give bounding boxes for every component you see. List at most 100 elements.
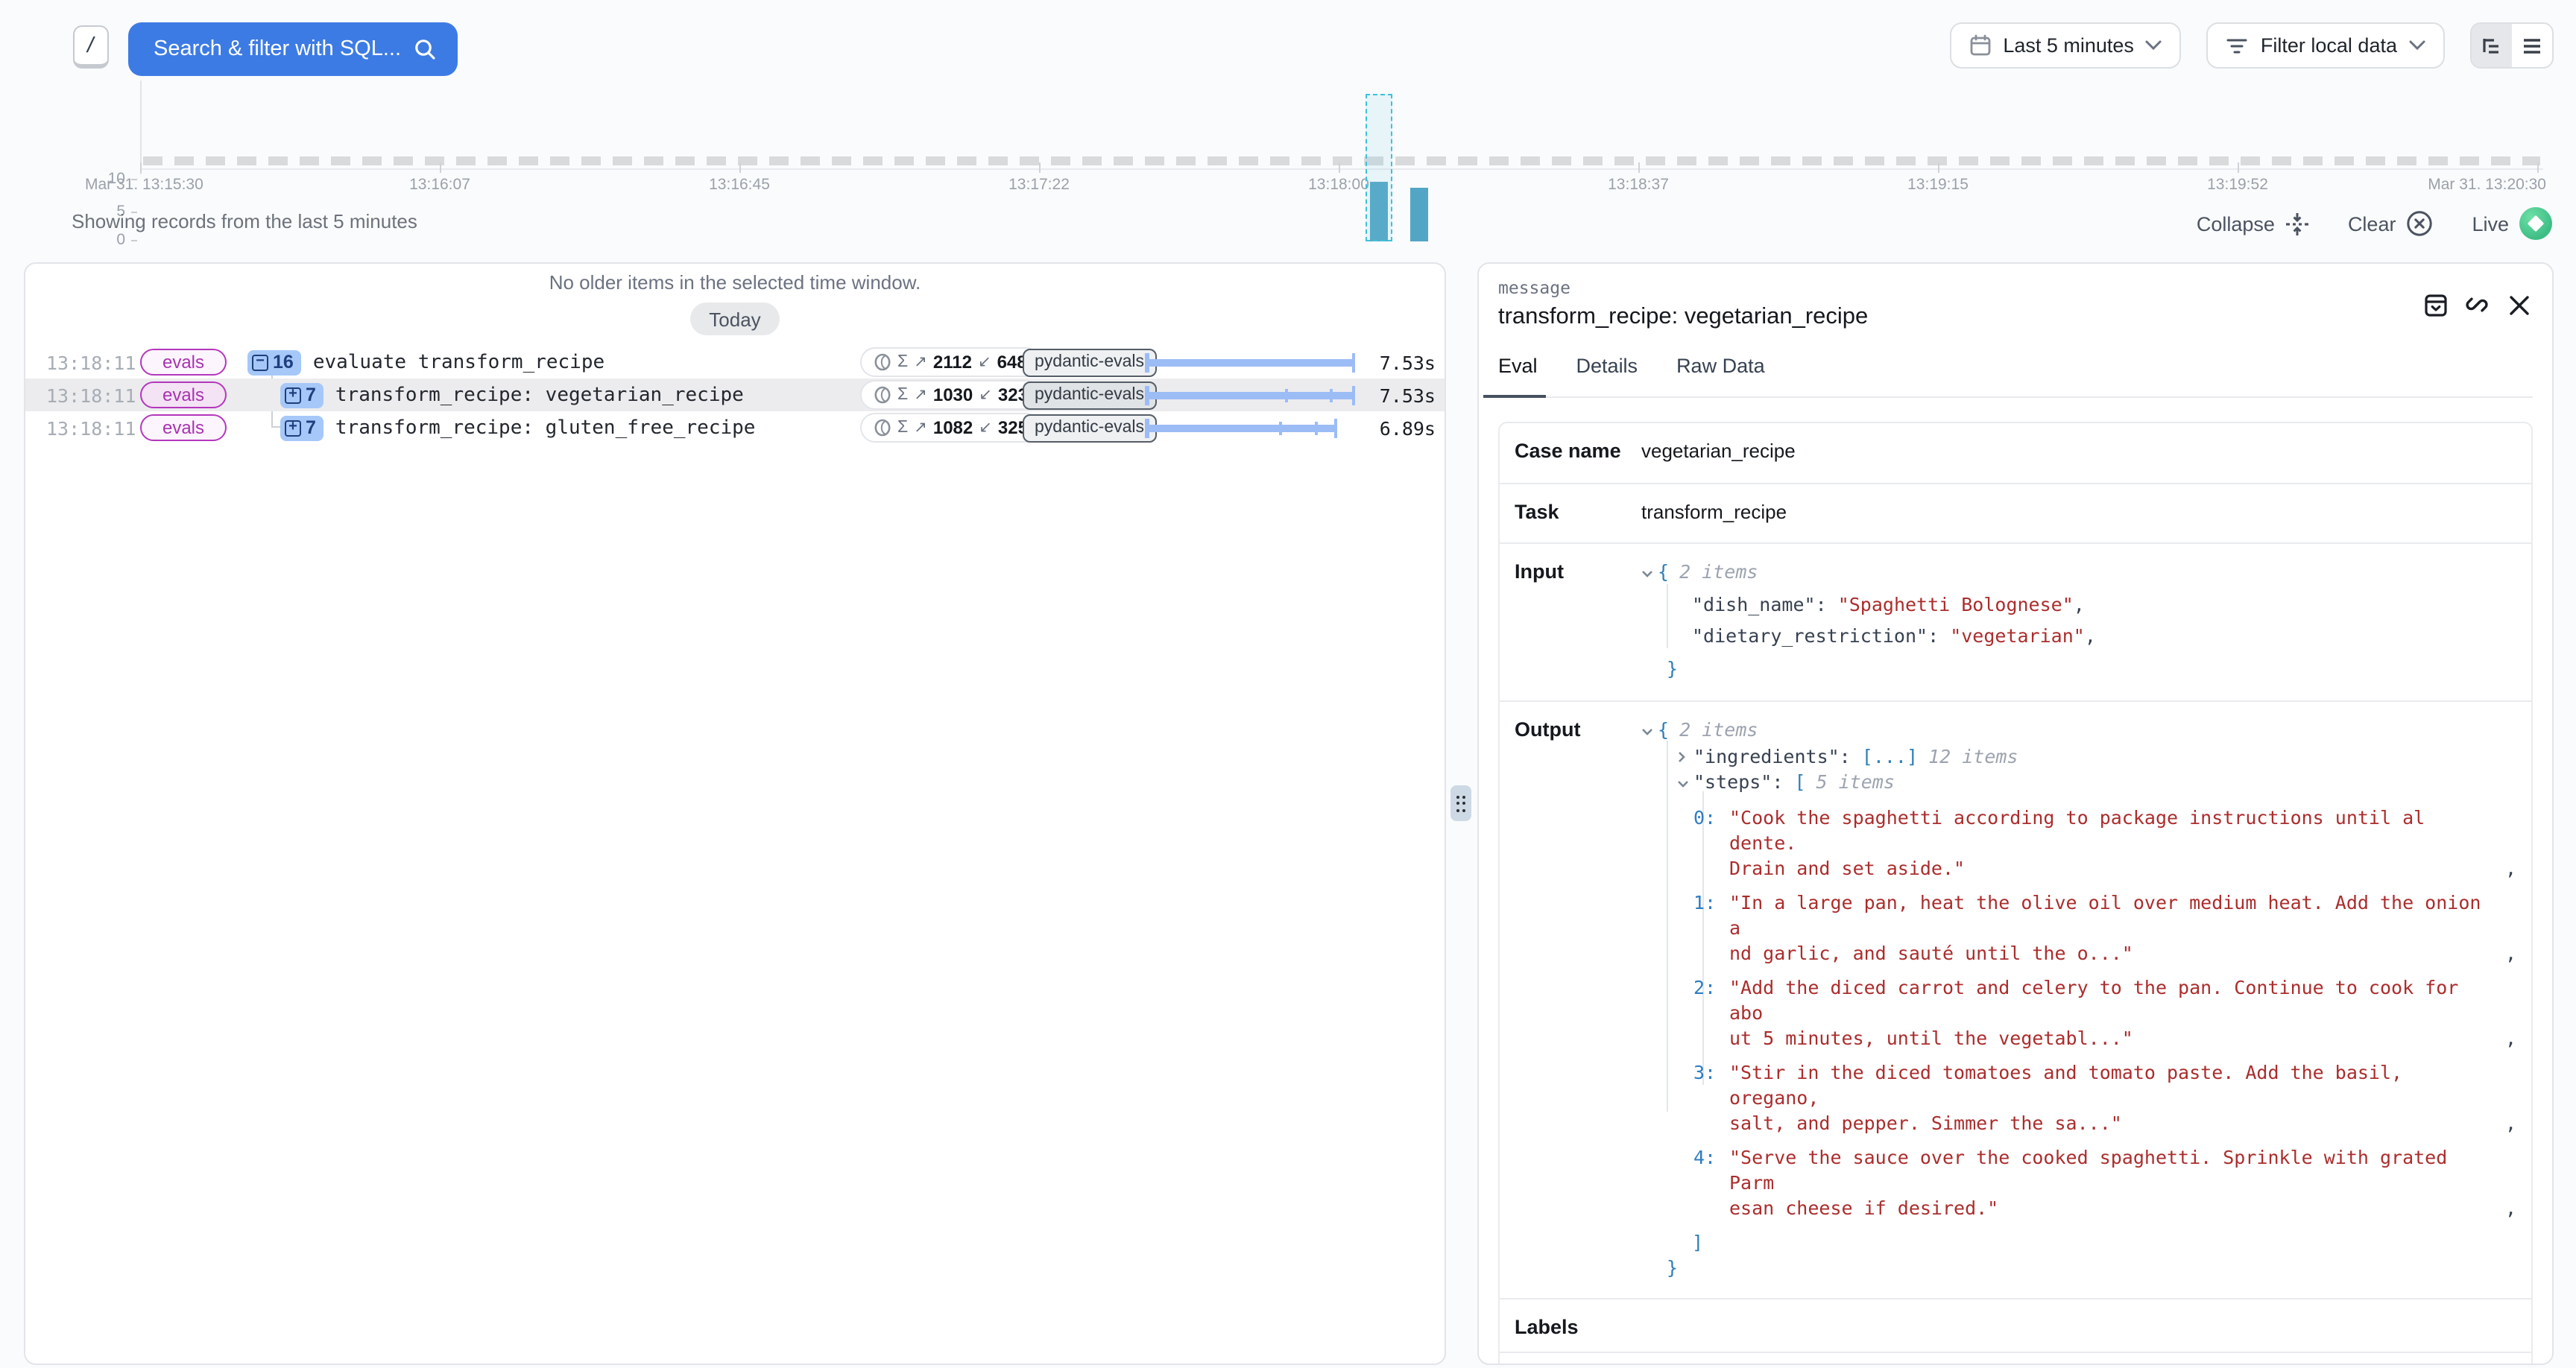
search-button-label: Search & filter with SQL... bbox=[154, 37, 413, 61]
caret-right-icon[interactable] bbox=[1677, 743, 1690, 769]
task-value: transform_recipe bbox=[1641, 484, 2531, 539]
records-timeline-chart[interactable]: 1050Mar 31. 13:15:3013:16:0713:16:4513:1… bbox=[0, 77, 2576, 200]
clear-button[interactable]: Clear bbox=[2348, 210, 2434, 237]
field-row-output: Output {2 items"ingredients": [...]12 it… bbox=[1500, 700, 2531, 1297]
json-open-line: {2 items bbox=[1641, 556, 2522, 588]
caret-down-icon[interactable] bbox=[1641, 717, 1655, 743]
x-axis-tick bbox=[140, 162, 142, 173]
filter-local-data-dropdown[interactable]: Filter local data bbox=[2207, 22, 2445, 69]
list-lines-icon bbox=[2522, 37, 2542, 54]
live-indicator-icon bbox=[2519, 207, 2552, 240]
duration-bar-fill bbox=[1145, 391, 1355, 399]
json-string-value: "Add the diced carrot and celery to the … bbox=[1729, 975, 2458, 1048]
child-count-badge[interactable]: +7 bbox=[280, 415, 323, 440]
duration-bar-tick bbox=[1330, 388, 1332, 402]
trace-list-panel: No older items in the selected time wind… bbox=[24, 262, 1446, 1365]
clear-label: Clear bbox=[2348, 212, 2396, 235]
item-count: 12 items bbox=[1928, 744, 2018, 767]
caret-down-icon[interactable] bbox=[1677, 769, 1690, 795]
json-kv-line: "dietary_restriction": "vegetarian", bbox=[1692, 620, 2522, 652]
collapse-button[interactable]: Collapse bbox=[2197, 211, 2309, 236]
duration-text: 6.89s bbox=[1343, 417, 1436, 439]
x-axis-tick-label: 13:16:45 bbox=[709, 176, 770, 194]
tab-eval[interactable]: Eval bbox=[1498, 355, 1541, 396]
json-string-value: "Serve the sauce over the cooked spaghet… bbox=[1729, 1145, 2447, 1218]
copy-link-icon[interactable] bbox=[2464, 292, 2490, 317]
tab-details[interactable]: Details bbox=[1576, 355, 1641, 396]
token-metrics-pill: Σ↗1030↙323 bbox=[860, 380, 1041, 410]
labels-label: Labels bbox=[1515, 1315, 1579, 1337]
child-count-badge[interactable]: −16 bbox=[247, 349, 301, 375]
x-axis-tick bbox=[739, 162, 741, 173]
service-tag-evals: evals bbox=[140, 381, 227, 408]
output-json-viewer[interactable]: {2 items"ingredients": [...]12 items"ste… bbox=[1641, 702, 2531, 1297]
panel-resize-handle[interactable] bbox=[1450, 785, 1471, 821]
json-key: "steps": bbox=[1693, 770, 1794, 793]
comma: , bbox=[2074, 592, 2085, 615]
duration-bar-start-cap bbox=[1145, 418, 1149, 437]
json-key: "dish_name": bbox=[1692, 592, 1838, 615]
trace-row[interactable]: 13:18:11evals+7transform_recipe: gluten_… bbox=[25, 411, 1445, 444]
duration-text: 7.53s bbox=[1343, 351, 1436, 373]
trailing-comma: , bbox=[2505, 1109, 2516, 1135]
flat-list-view-toggle[interactable] bbox=[2512, 24, 2552, 67]
tree-list-icon bbox=[2481, 37, 2502, 54]
json-collapsed-array-line[interactable]: "ingredients": [...]12 items bbox=[1677, 743, 2522, 769]
trace-row[interactable]: 13:18:11evals−16evaluate transform_recip… bbox=[25, 346, 1445, 379]
top-toolbar: / Search & filter with SQL... Last 5 min… bbox=[0, 0, 2576, 86]
empty-window-notice: No older items in the selected time wind… bbox=[25, 271, 1445, 294]
x-axis-tick bbox=[1638, 162, 1640, 173]
logfire-live-view: / Search & filter with SQL... Last 5 min… bbox=[0, 0, 2576, 1368]
array-index: 3: bbox=[1693, 1059, 1716, 1084]
detail-tabs: Eval Details Raw Data bbox=[1498, 355, 2533, 398]
caret-down-icon[interactable] bbox=[1641, 556, 1655, 588]
package-tag: pydantic-evals bbox=[1023, 381, 1156, 409]
tab-raw-data[interactable]: Raw Data bbox=[1676, 355, 1768, 396]
output-tokens-arrow-icon: ↙ bbox=[978, 353, 991, 371]
search-button[interactable]: Search & filter with SQL... bbox=[128, 22, 458, 76]
json-close-line: } bbox=[1667, 652, 2522, 684]
metric-value: 208 bbox=[1737, 1364, 1902, 1365]
item-count: 2 items bbox=[1679, 718, 1758, 741]
output-tokens-arrow-icon: ↙ bbox=[979, 386, 992, 404]
json-array-open-line: "steps": [5 items bbox=[1677, 769, 2522, 795]
span-name: transform_recipe: gluten_free_recipe bbox=[335, 417, 756, 439]
json-string-value: "In a large pan, heat the olive oil over… bbox=[1729, 890, 2481, 963]
task-label: Task bbox=[1515, 501, 1559, 523]
duration-bar bbox=[1145, 346, 1355, 379]
expand-plus-icon: + bbox=[285, 419, 301, 436]
input-json-viewer[interactable]: {2 items"dish_name": "Spaghetti Bolognes… bbox=[1641, 544, 2531, 700]
x-axis-tick bbox=[1938, 162, 1939, 173]
close-icon[interactable] bbox=[2506, 292, 2531, 317]
filter-local-data-label: Filter local data bbox=[2261, 34, 2397, 57]
service-tag-evals: evals bbox=[140, 414, 227, 441]
tree-view-toggle[interactable] bbox=[2472, 24, 2512, 67]
duration-text: 7.53s bbox=[1343, 384, 1436, 406]
field-row-input: Input {2 items"dish_name": "Spaghetti Bo… bbox=[1500, 542, 2531, 700]
eval-fields-table: Case name vegetarian_recipe Task transfo… bbox=[1498, 422, 2533, 1365]
collapse-label: Collapse bbox=[2197, 212, 2275, 235]
expand-plus-icon: + bbox=[285, 387, 301, 403]
slash-shortcut-key: / bbox=[73, 25, 109, 69]
json-key: "dietary_restriction": bbox=[1692, 624, 1950, 647]
child-count: 7 bbox=[306, 384, 316, 405]
detail-title: transform_recipe: vegetarian_recipe bbox=[1498, 304, 2533, 331]
case-name-label: Case name bbox=[1515, 440, 1621, 462]
child-count-badge[interactable]: +7 bbox=[280, 382, 323, 408]
span-name: evaluate transform_recipe bbox=[313, 351, 604, 373]
time-range-dropdown[interactable]: Last 5 minutes bbox=[1949, 22, 2182, 69]
x-axis-tick-label: 13:19:52 bbox=[2207, 176, 2268, 194]
field-row-labels: Labels bbox=[1500, 1297, 2531, 1351]
array-index: 0: bbox=[1693, 804, 1716, 829]
trace-row[interactable]: 13:18:11evals+7transform_recipe: vegetar… bbox=[25, 379, 1445, 411]
dock-panel-icon[interactable] bbox=[2422, 292, 2448, 317]
date-pill-today[interactable]: Today bbox=[689, 303, 780, 335]
input-tokens-arrow-icon: ↗ bbox=[914, 386, 927, 404]
json-array-item: 3:"Stir in the diced tomatoes and tomato… bbox=[1641, 1059, 2522, 1135]
close-brace: } bbox=[1667, 1256, 1678, 1279]
duration-bar-start-cap bbox=[1145, 352, 1149, 372]
live-toggle[interactable]: Live bbox=[2472, 207, 2552, 240]
service-tag-evals: evals bbox=[140, 349, 227, 376]
x-axis-tick bbox=[1039, 162, 1041, 173]
tokens-coin-icon bbox=[874, 353, 891, 371]
